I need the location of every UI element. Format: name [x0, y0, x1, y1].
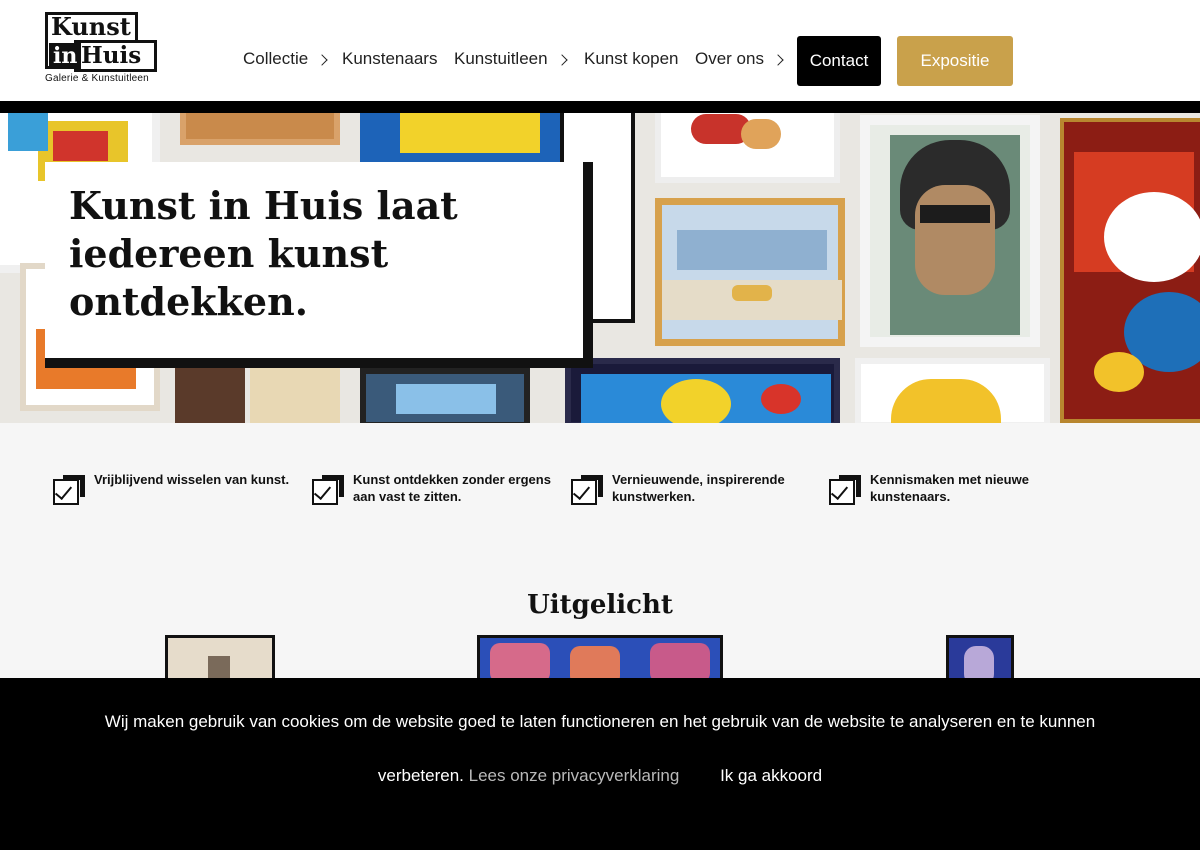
- artwork-paint: [1094, 352, 1144, 392]
- artwork-paint: [650, 643, 710, 683]
- hero-title: Kunst in Huis laat iedereen kunst ontdek…: [69, 183, 458, 324]
- expositie-button[interactable]: Expositie: [897, 36, 1013, 86]
- checkmark-icon: [312, 475, 344, 507]
- nav-item-collectie[interactable]: Collectie: [243, 49, 328, 69]
- site-logo[interactable]: Kunst in Huis Galerie & Kunstuitleen: [45, 12, 160, 87]
- site-header: Kunst in Huis Galerie & Kunstuitleen Col…: [0, 0, 1200, 101]
- checkmark-icon: [53, 475, 85, 507]
- nav-item-label: Over ons: [695, 49, 764, 68]
- header-divider: [0, 101, 1200, 113]
- contact-button[interactable]: Contact: [797, 36, 881, 86]
- privacy-link[interactable]: Lees onze privacyverklaring: [469, 766, 680, 785]
- artwork-paint: [891, 379, 1001, 423]
- artwork-paint: [661, 379, 731, 423]
- feature-text: Vernieuwende, inspirerende kunstwerken.: [612, 472, 785, 504]
- artwork-frame: [565, 358, 840, 423]
- nav-item-kunst-kopen[interactable]: Kunst kopen: [584, 49, 679, 69]
- featured-title: Uitgelicht: [527, 590, 673, 620]
- artwork-frame: [655, 113, 840, 183]
- artwork-paint: [490, 643, 550, 683]
- nav-item-over-ons[interactable]: Over ons: [695, 49, 784, 69]
- artwork-paint: [915, 185, 995, 295]
- artwork-paint: [396, 384, 496, 414]
- feature-text: Kunst ontdekken zonder ergens aan vast t…: [353, 472, 551, 504]
- accept-cookies-button[interactable]: Ik ga akkoord: [720, 766, 822, 785]
- cookie-text: Wij maken gebruik van cookies om de webs…: [104, 712, 1096, 731]
- artwork-frame: [360, 113, 560, 163]
- feature-item: Kunst ontdekken zonder ergens aan vast t…: [312, 471, 562, 511]
- artwork-paint: [677, 230, 827, 270]
- nav-item-label: Kunstuitleen: [454, 49, 548, 68]
- artwork-paint: [400, 113, 540, 153]
- feature-item: Vernieuwende, inspirerende kunstwerken.: [571, 471, 821, 511]
- artwork-frame: [1060, 118, 1200, 423]
- artwork-frame: [250, 368, 340, 423]
- checkmark-icon: [829, 475, 861, 507]
- artwork-paint: [1104, 192, 1200, 282]
- feature-item: Vrijblijvend wisselen van kunst.: [53, 471, 303, 511]
- artwork-paint: [53, 131, 108, 161]
- artwork-paint: [8, 113, 48, 151]
- cookie-text-end: verbeteren.: [377, 766, 464, 785]
- nav-item-label: Collectie: [243, 49, 309, 68]
- nav-item-label: Kunstenaars: [342, 49, 438, 68]
- artwork-frame: [175, 368, 245, 423]
- chevron-right-icon: [772, 53, 784, 66]
- chevron-right-icon: [316, 53, 328, 66]
- artwork-frame: [655, 198, 845, 346]
- artwork-paint: [761, 384, 801, 414]
- logo-word-kunst: Kunst: [51, 12, 131, 41]
- nav-item-label: Kunst kopen: [584, 49, 679, 68]
- feature-text: Vrijblijvend wisselen van kunst.: [94, 472, 290, 487]
- logo-word-huis: Huis: [81, 42, 142, 69]
- artwork-frame: [360, 368, 530, 423]
- artwork-paint: [920, 205, 990, 223]
- cookie-text-line2: verbeteren. Lees onze privacyverklaring …: [0, 766, 1200, 786]
- chevron-right-icon: [555, 53, 568, 66]
- artwork-paint: [732, 285, 772, 301]
- artwork-frame: [855, 358, 1050, 423]
- nav-item-kunstuitleen[interactable]: Kunstuitleen: [454, 49, 568, 69]
- logo-word-in: in: [49, 43, 82, 69]
- cookie-banner: Wij maken gebruik van cookies om de webs…: [0, 678, 1200, 850]
- artwork-frame: [180, 113, 340, 145]
- artwork-frame: [860, 115, 1040, 347]
- feature-text: Kennismaken met nieuwe kunstenaars.: [870, 472, 1029, 504]
- checkmark-icon: [571, 475, 603, 507]
- logo-tagline: Galerie & Kunstuitleen: [45, 73, 149, 84]
- feature-item: Kennismaken met nieuwe kunstenaars.: [829, 471, 1079, 511]
- artwork-paint: [741, 119, 781, 149]
- nav-item-kunstenaars[interactable]: Kunstenaars: [342, 49, 437, 69]
